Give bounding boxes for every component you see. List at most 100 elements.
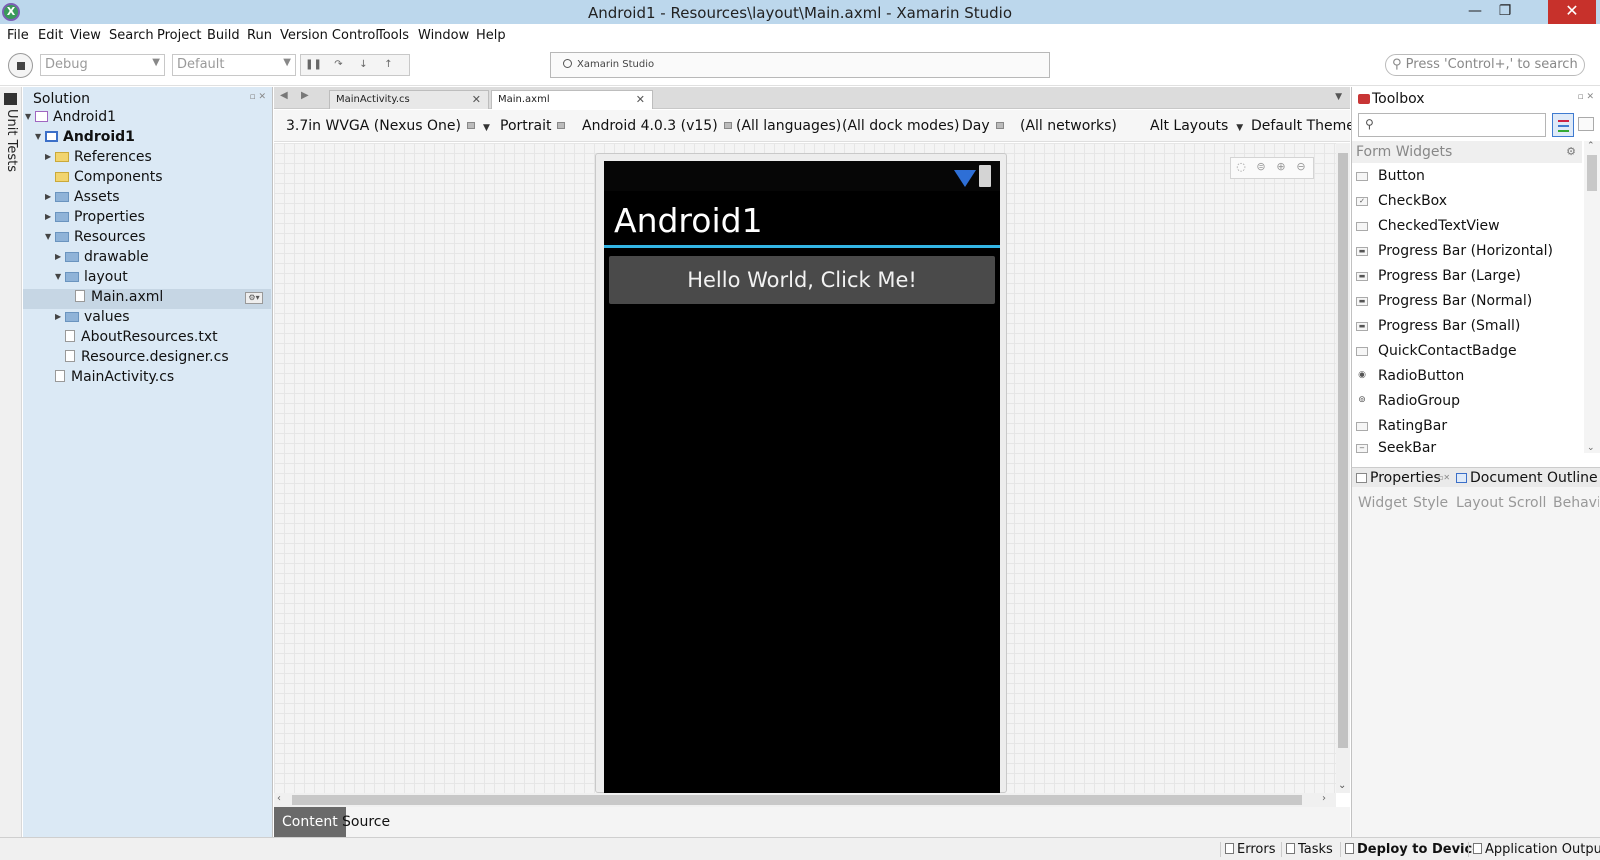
toolbox-item-radiobutton[interactable]: ◉ RadioButton — [1352, 364, 1582, 389]
menu-file[interactable]: File — [7, 28, 29, 43]
orientation-select[interactable]: Portrait — [500, 118, 566, 134]
scroll-thumb[interactable] — [1587, 155, 1597, 191]
toolbox-item-progress-small[interactable]: ▬ Progress Bar (Small) — [1352, 314, 1582, 339]
menu-edit[interactable]: Edit — [38, 28, 63, 43]
device-screen[interactable]: Android1 Hello World, Click Me! — [604, 161, 1000, 793]
toolbox-item-progress-normal[interactable]: ▬ Progress Bar (Normal) — [1352, 289, 1582, 314]
close-tab-icon[interactable]: ✕ — [472, 93, 481, 106]
menu-view[interactable]: View — [70, 28, 101, 43]
tab-list-dropdown-icon[interactable]: ▼ — [1335, 92, 1342, 102]
toolbox-item-checkbox[interactable]: ✓ CheckBox — [1352, 189, 1582, 214]
canvas-vertical-scrollbar[interactable]: ⌄ — [1336, 143, 1350, 793]
tab-mainactivity-cs[interactable]: MainActivity.cs ✕ — [329, 90, 489, 109]
zoom-fit-icon[interactable]: ◌ — [1231, 158, 1251, 178]
dock-modes-select[interactable]: (All dock modes) — [842, 118, 959, 134]
api-level-select[interactable]: Android 4.0.3 (v15) — [582, 118, 732, 134]
tree-item-solution[interactable]: ▼ Android1 — [25, 109, 271, 129]
hello-world-button[interactable]: Hello World, Click Me! — [609, 256, 995, 304]
menu-run[interactable]: Run — [247, 28, 272, 43]
unit-tests-tab[interactable]: Unit Tests — [4, 109, 19, 172]
menu-search[interactable]: Search — [109, 28, 154, 43]
menu-window[interactable]: Window — [418, 28, 469, 43]
lock-icon[interactable] — [466, 122, 475, 129]
pad-controls-icon[interactable]: ▫ ✕ — [1577, 92, 1594, 102]
step-out-icon[interactable]: ↑ — [376, 55, 401, 75]
step-over-icon[interactable]: ↷ — [326, 55, 351, 75]
tab-document-outline[interactable]: Document Outline — [1456, 470, 1598, 486]
tree-item-resources[interactable]: ▼ Resources — [45, 229, 271, 249]
tab-forward-icon[interactable]: ▶ — [301, 90, 309, 101]
scroll-down-icon[interactable]: ⌄ — [1587, 443, 1595, 453]
toolbox-item-checkedtextview[interactable]: CheckedTextView — [1352, 214, 1582, 239]
prop-tab-layout[interactable]: Layout — [1456, 495, 1504, 511]
scroll-thumb[interactable] — [292, 795, 1302, 805]
toolbox-item-quickcontactbadge[interactable]: QuickContactBadge — [1352, 339, 1582, 364]
scroll-thumb[interactable] — [1338, 153, 1348, 748]
maximize-button[interactable]: ❐ — [1490, 0, 1520, 24]
category-gear-icon[interactable]: ⚙ — [1566, 145, 1576, 158]
step-into-icon[interactable]: ↓ — [351, 55, 376, 75]
platform-select[interactable]: Default ▼ — [172, 54, 296, 76]
close-tab-icon[interactable]: ✕ — [636, 93, 645, 106]
item-options-icon[interactable]: ⚙▾ — [245, 292, 263, 304]
prop-tab-scroll[interactable]: Scroll — [1508, 495, 1546, 511]
lock-icon[interactable] — [723, 122, 732, 129]
alt-layouts-select[interactable]: Alt Layouts ▼ — [1150, 118, 1243, 134]
stop-button[interactable] — [8, 53, 33, 78]
deploy-to-device-button[interactable]: Deploy to Device — [1340, 842, 1481, 857]
menu-tools[interactable]: Tools — [377, 28, 409, 43]
collapsed-arrow-icon[interactable]: ▶ — [55, 252, 65, 261]
collapsed-arrow-icon[interactable]: ▶ — [45, 152, 55, 161]
toolbox-category-header[interactable]: Form Widgets ⚙ — [1352, 141, 1582, 163]
toolbox-item-button[interactable]: Button — [1352, 164, 1582, 189]
pad-controls-icon[interactable]: ▫✕ — [1438, 473, 1450, 482]
toolbox-item-radiogroup[interactable]: ⊚ RadioGroup — [1352, 389, 1582, 414]
zoom-in-icon[interactable]: ⊕ — [1271, 158, 1291, 178]
toolbox-search-input[interactable]: ⚲ — [1358, 113, 1546, 137]
tree-item-assets[interactable]: ▶ Assets — [45, 189, 271, 209]
networks-select[interactable]: (All networks) — [1020, 118, 1117, 134]
collapsed-arrow-icon[interactable]: ▶ — [55, 312, 65, 321]
tasks-pad-button[interactable]: Tasks — [1281, 842, 1333, 857]
device-select[interactable]: 3.7in WVGA (Nexus One) ▼ — [286, 118, 490, 134]
tree-item-project[interactable]: ▼ Android1 — [35, 129, 271, 149]
prop-tab-style[interactable]: Style — [1413, 495, 1448, 511]
category-view-button[interactable] — [1552, 113, 1574, 137]
collapsed-arrow-icon[interactable]: ▶ — [45, 192, 55, 201]
tree-item-values[interactable]: ▶ values — [55, 309, 271, 329]
time-select[interactable]: Day — [962, 118, 1004, 134]
lock-icon[interactable] — [995, 122, 1004, 129]
expanded-arrow-icon[interactable]: ▼ — [35, 132, 45, 141]
tree-item-layout[interactable]: ▼ layout — [55, 269, 271, 289]
tree-item-resource-designer[interactable]: Resource.designer.cs — [65, 349, 271, 369]
list-view-button[interactable] — [1578, 117, 1594, 131]
pad-controls-icon[interactable]: ▫ ✕ — [249, 92, 266, 102]
tab-source[interactable]: Source — [334, 807, 398, 837]
tab-back-icon[interactable]: ◀ — [280, 90, 288, 101]
tree-item-aboutresources[interactable]: AboutResources.txt — [65, 329, 271, 349]
tree-item-components[interactable]: Components — [45, 169, 271, 189]
toolbox-item-progress-large[interactable]: ▬ Progress Bar (Large) — [1352, 264, 1582, 289]
errors-pad-button[interactable]: Errors — [1220, 842, 1275, 857]
toolbox-item-seekbar[interactable]: − SeekBar — [1352, 439, 1582, 453]
tree-item-drawable[interactable]: ▶ drawable — [55, 249, 271, 269]
application-output-button[interactable]: Application Output — [1468, 842, 1600, 857]
menu-build[interactable]: Build — [207, 28, 240, 43]
tree-item-main-axml[interactable]: Main.axml ⚙▾ — [23, 289, 271, 309]
menu-project[interactable]: Project — [157, 28, 201, 43]
zoom-out-icon[interactable]: ⊖ — [1291, 158, 1311, 178]
canvas-horizontal-scrollbar[interactable]: ‹ › — [274, 793, 1336, 807]
zoom-reset-icon[interactable]: ⊜ — [1251, 158, 1271, 178]
menu-help[interactable]: Help — [476, 28, 506, 43]
prop-tab-widget[interactable]: Widget — [1358, 495, 1407, 511]
expanded-arrow-icon[interactable]: ▼ — [25, 112, 35, 121]
unit-tests-icon[interactable] — [4, 93, 17, 105]
pause-icon[interactable]: ❚❚ — [301, 55, 326, 75]
expanded-arrow-icon[interactable]: ▼ — [55, 272, 65, 281]
toolbox-scrollbar[interactable]: ⌃ ⌄ — [1584, 141, 1600, 453]
theme-select[interactable]: Default Theme — [1251, 118, 1355, 134]
lock-icon[interactable] — [557, 122, 566, 129]
scroll-up-icon[interactable]: ⌃ — [1587, 141, 1595, 151]
configuration-select[interactable]: Debug ▼ — [40, 54, 165, 76]
prop-tab-behavior[interactable]: Behavior — [1553, 495, 1599, 511]
